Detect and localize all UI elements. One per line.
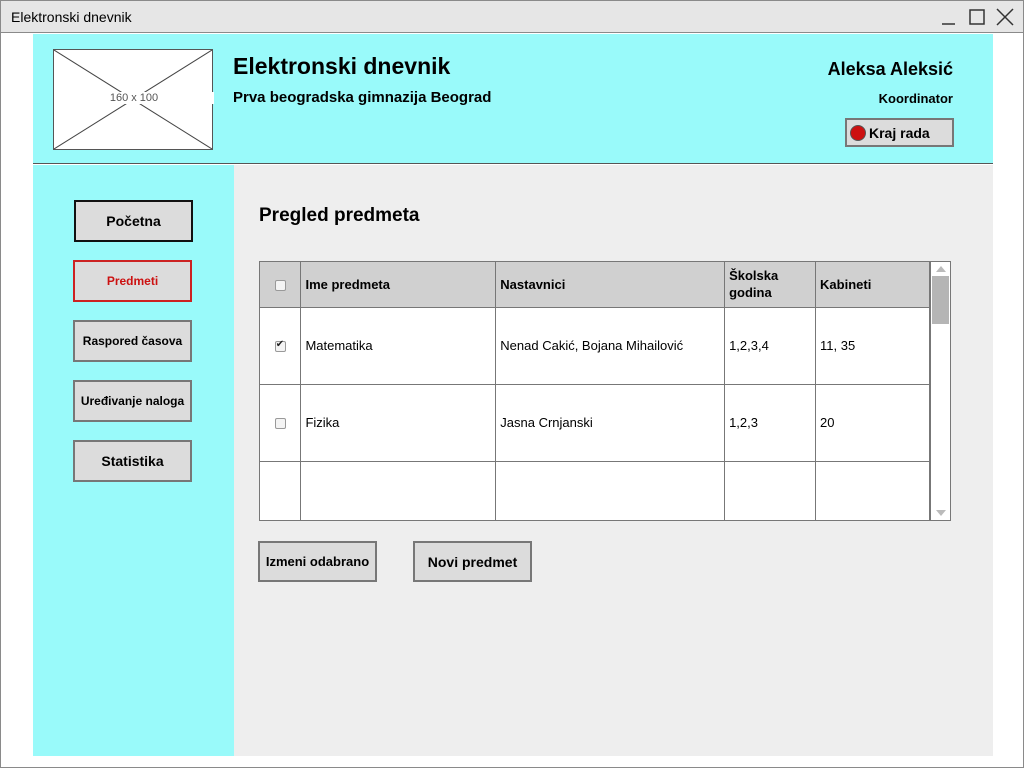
- table-cell: [815, 461, 930, 520]
- scroll-thumb[interactable]: [932, 276, 949, 324]
- column-header[interactable]: Školska godina: [724, 262, 817, 308]
- table-row[interactable]: Fizika Jasna Crnjanski 1,2,3 20: [260, 384, 930, 462]
- sidebar-item-label: Početna: [106, 213, 161, 229]
- table-scrollbar[interactable]: [930, 262, 950, 520]
- subjects-grid: Ime predmeta Nastavnici Školska godina K…: [260, 262, 930, 520]
- sidebar: Početna Predmeti Raspored časova Uređiva…: [33, 165, 234, 756]
- table-cell: [495, 461, 726, 520]
- column-header[interactable]: Kabineti: [815, 262, 930, 308]
- app-header: 160 x 100 Elektronski dnevnik Prva beogr…: [33, 34, 993, 164]
- logo-placeholder: 160 x 100: [53, 49, 214, 150]
- table-row[interactable]: Matematika Nenad Cakić, Bojana Mihailovi…: [260, 307, 930, 385]
- sidebar-item-statistics[interactable]: Statistika: [73, 440, 192, 482]
- column-header[interactable]: Nastavnici: [495, 262, 726, 308]
- table-cell: Matematika: [300, 307, 497, 385]
- app-window: Elektronski dnevnik 160 x 100 Elektronsk…: [0, 0, 1024, 768]
- sidebar-item-label: Statistika: [101, 453, 164, 469]
- table-header-row: Ime predmeta Nastavnici Školska godina K…: [260, 262, 930, 308]
- table-cell: [300, 461, 497, 520]
- select-all-checkbox[interactable]: [274, 279, 286, 291]
- table-cell: 1,2,3,4: [724, 307, 817, 385]
- subjects-table: Ime predmeta Nastavnici Školska godina K…: [259, 261, 951, 521]
- sidebar-item-accounts[interactable]: Uređivanje naloga: [73, 380, 192, 422]
- sidebar-item-subjects[interactable]: Predmeti: [73, 260, 192, 302]
- table-cell: 1,2,3: [724, 384, 817, 462]
- main-content: Pregled predmeta Ime predmeta Nastavnici: [234, 165, 993, 756]
- row-checkbox[interactable]: [274, 339, 286, 353]
- logo-size-label: 160 x 100: [54, 92, 214, 104]
- table-cell: Fizika: [300, 384, 497, 462]
- sidebar-item-label: Raspored časova: [82, 334, 183, 348]
- school-name: Prva beogradska gimnazija Beograd: [233, 89, 492, 106]
- logout-button[interactable]: Kraj rada: [845, 118, 954, 147]
- row-checkbox[interactable]: [274, 418, 286, 430]
- stop-icon: [850, 124, 866, 141]
- column-header[interactable]: Ime predmeta: [300, 262, 497, 308]
- new-subject-button[interactable]: Novi predmet: [413, 541, 532, 582]
- minimize-icon[interactable]: [938, 7, 960, 27]
- table-cell: [724, 461, 817, 520]
- sidebar-item-label: Predmeti: [106, 274, 159, 288]
- table-cell: Nenad Cakić, Bojana Mihailović: [495, 307, 726, 385]
- sidebar-item-label: Uređivanje naloga: [80, 394, 185, 408]
- edit-selected-button[interactable]: Izmeni odabrano: [258, 541, 377, 582]
- user-role: Koordinator: [878, 91, 953, 106]
- table-cell: [260, 461, 302, 520]
- user-name: Aleksa Aleksić: [827, 59, 953, 79]
- logout-label: Kraj rada: [869, 124, 930, 141]
- sidebar-item-home[interactable]: Početna: [74, 200, 193, 242]
- row-select-cell: [260, 384, 302, 462]
- window-title: Elektronski dnevnik: [11, 9, 132, 25]
- row-select-cell: [260, 307, 302, 385]
- table-cell: 11, 35: [815, 307, 930, 385]
- table-cell: 20: [815, 384, 930, 462]
- table-row-empty: [260, 461, 930, 520]
- page-title: Pregled predmeta: [259, 205, 420, 226]
- app-title: Elektronski dnevnik: [233, 53, 451, 79]
- title-bar: Elektronski dnevnik: [1, 1, 1023, 33]
- close-icon[interactable]: [994, 7, 1016, 27]
- maximize-icon[interactable]: [966, 7, 988, 27]
- scroll-up-icon[interactable]: [936, 266, 946, 272]
- table-cell: Jasna Crnjanski: [495, 384, 726, 462]
- select-all-cell: [260, 262, 302, 308]
- scroll-down-icon[interactable]: [936, 510, 946, 516]
- sidebar-item-schedule[interactable]: Raspored časova: [73, 320, 192, 362]
